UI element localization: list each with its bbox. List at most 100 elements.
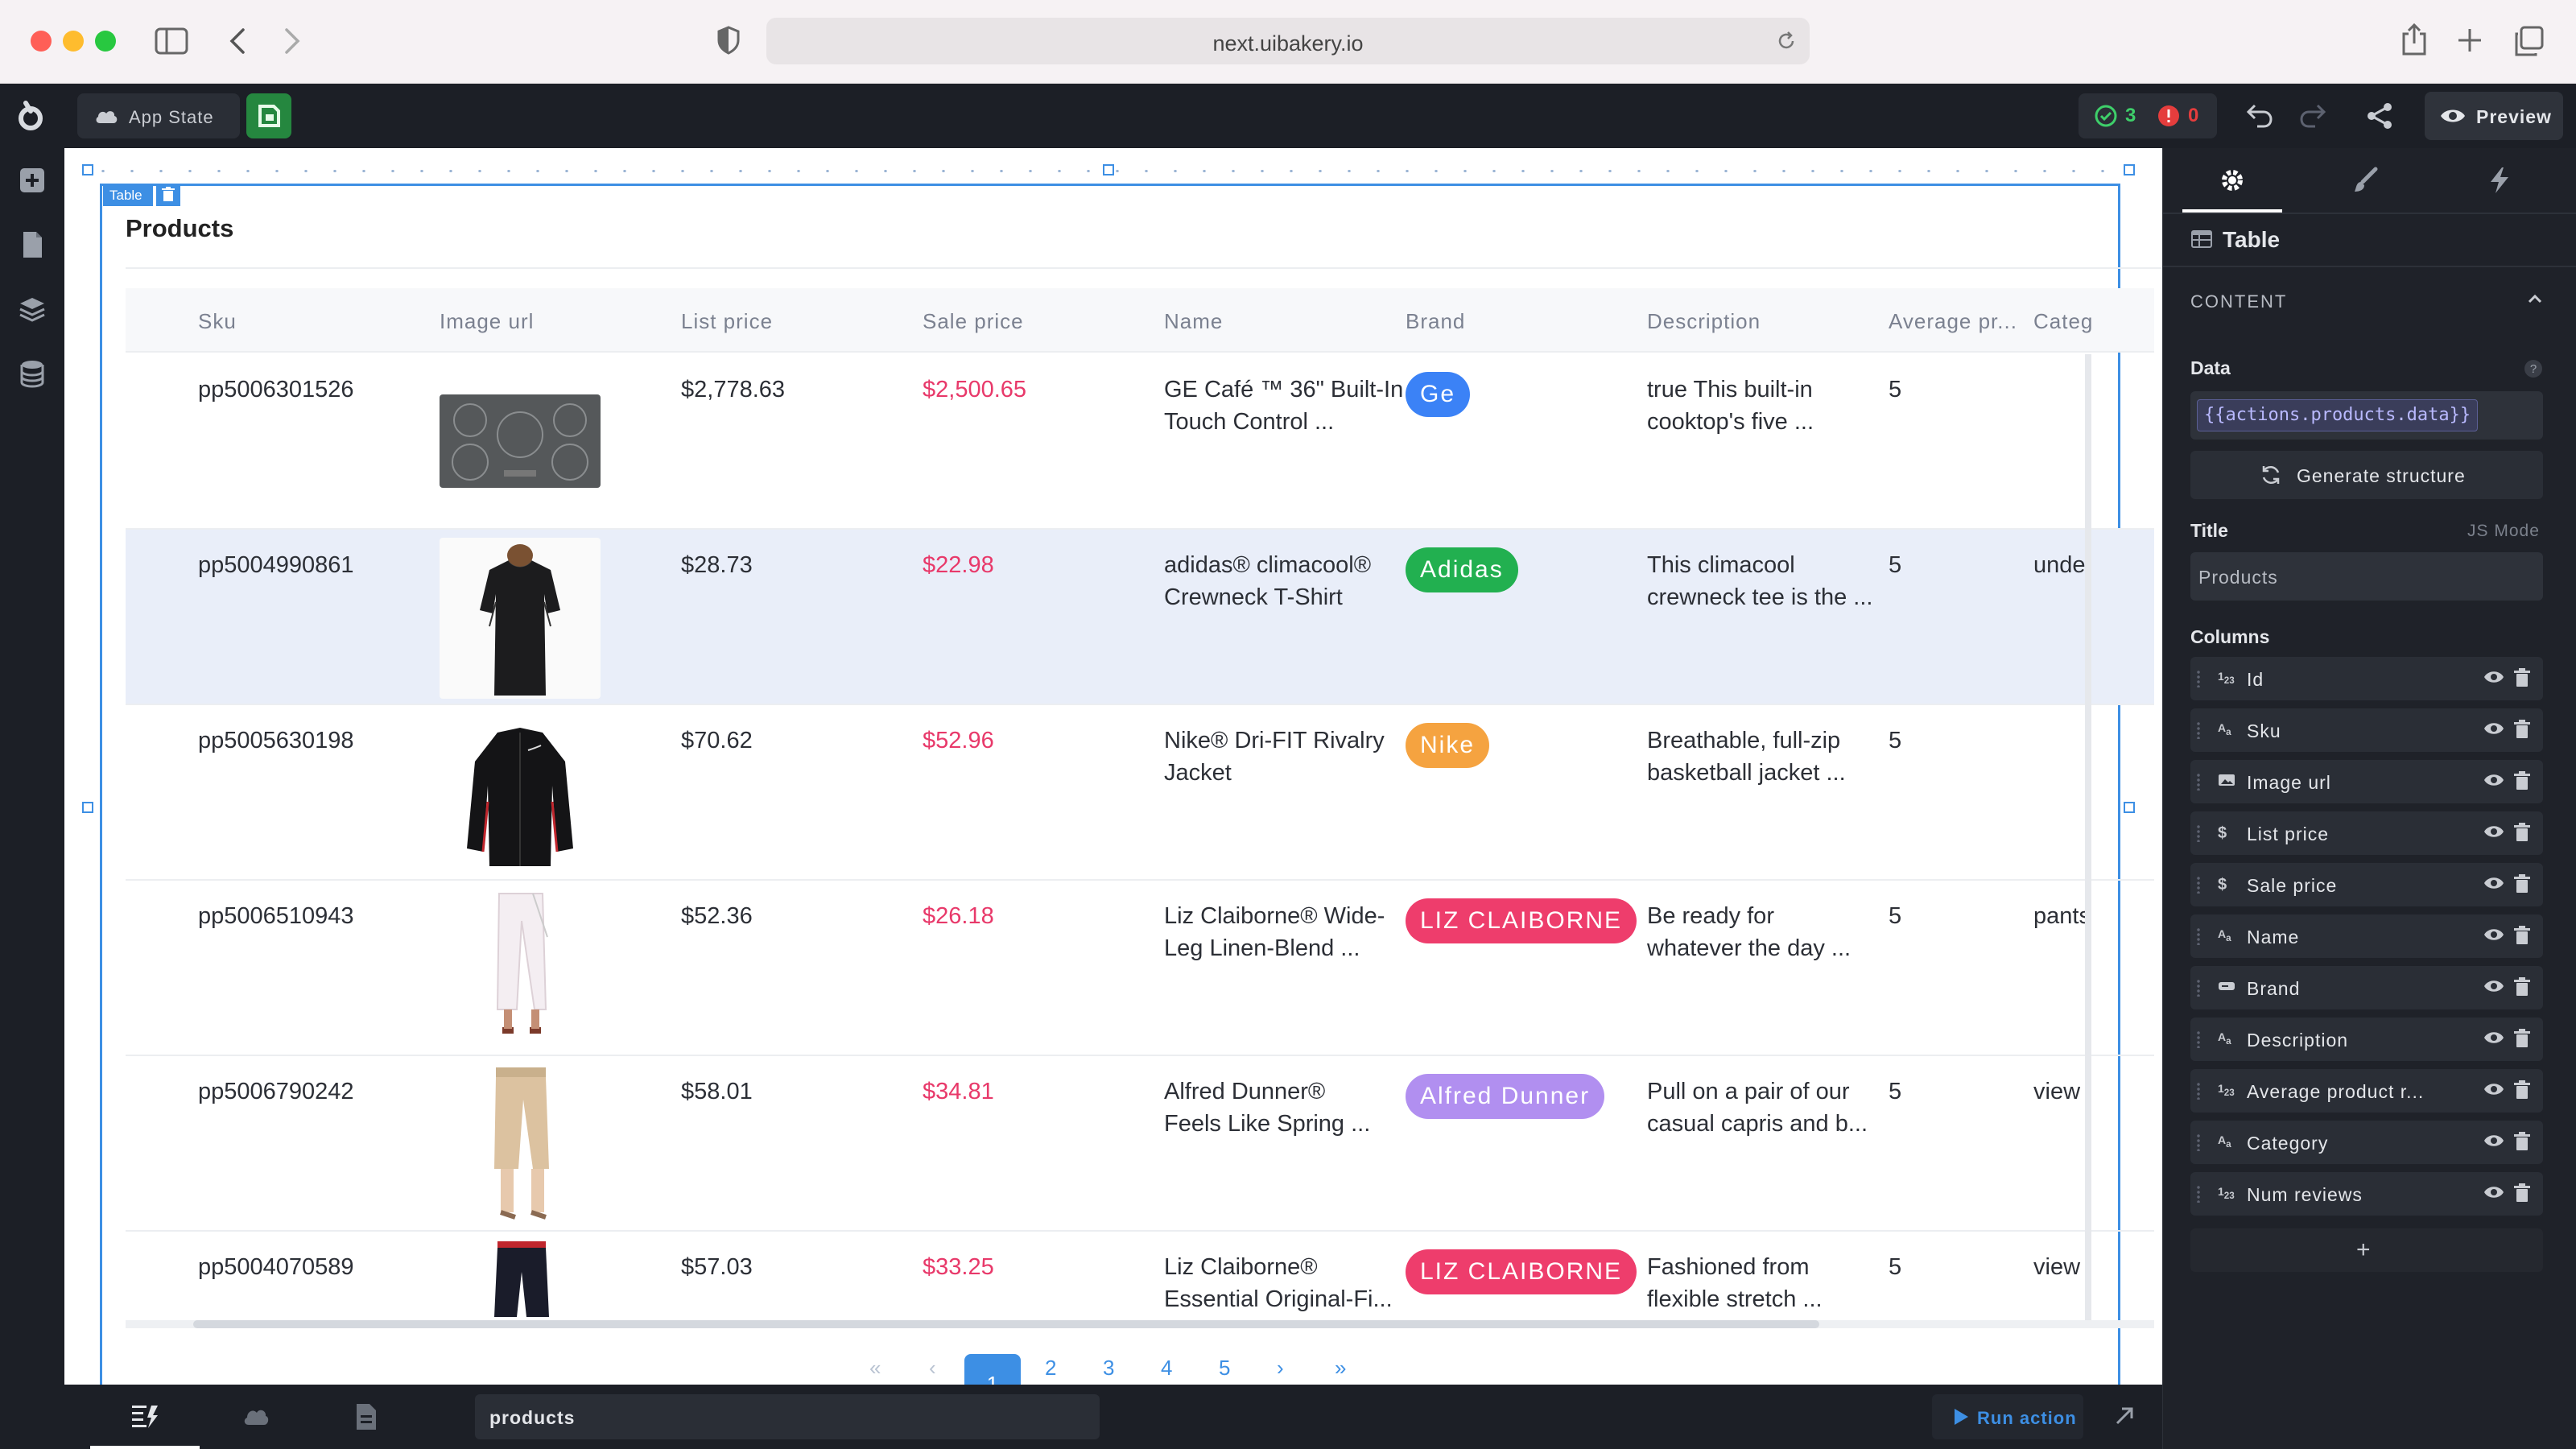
column-item-num-reviews[interactable]: 123 Num reviews (2190, 1172, 2543, 1216)
column-header[interactable]: List price (681, 309, 773, 334)
horizontal-scroll-thumb[interactable] (193, 1320, 1819, 1328)
column-item-image-url[interactable]: Image url (2190, 760, 2543, 803)
delete-column-icon[interactable] (2512, 1131, 2532, 1152)
add-column-button[interactable]: + (2190, 1228, 2543, 1272)
minimize-window-button[interactable] (63, 31, 84, 52)
layers-icon[interactable] (18, 295, 47, 324)
visibility-eye-icon[interactable] (2483, 772, 2504, 788)
drag-handle-icon[interactable] (2197, 876, 2200, 894)
share-app-icon[interactable] (2365, 101, 2394, 130)
column-header[interactable]: Name (1164, 309, 1223, 334)
drag-handle-icon[interactable] (2197, 1133, 2200, 1151)
delete-column-icon[interactable] (2512, 976, 2532, 997)
table-row[interactable]: pp5004990861 $28.73 $22.98 adidas® clima… (126, 530, 2154, 705)
table-row[interactable]: pp5004070589 $57.03 $33.25 Liz Claiborne… (126, 1232, 2154, 1317)
visibility-eye-icon[interactable] (2483, 1030, 2504, 1046)
data-binding-input[interactable]: {{actions.products.data}} (2190, 391, 2543, 440)
title-input[interactable]: Products (2190, 552, 2543, 601)
pages-icon[interactable] (18, 230, 47, 259)
column-item-id[interactable]: 123 Id (2190, 657, 2543, 700)
visibility-eye-icon[interactable] (2483, 1081, 2504, 1097)
close-window-button[interactable] (31, 31, 52, 52)
component-type-tag[interactable]: Table (103, 184, 153, 206)
action-name-field[interactable]: products (475, 1394, 1100, 1439)
delete-column-icon[interactable] (2512, 770, 2532, 791)
column-item-name[interactable]: Aa Name (2190, 914, 2543, 958)
delete-column-icon[interactable] (2512, 822, 2532, 843)
tab-overview-icon[interactable] (2513, 26, 2544, 56)
preview-button[interactable]: Preview (2425, 92, 2563, 140)
table-row[interactable]: pp5006301526 $2,778.63 $2,500.65 GE Café… (126, 354, 2154, 530)
column-header[interactable]: Description (1647, 309, 1761, 334)
table-vertical-scrollbar[interactable] (2085, 354, 2091, 1320)
drag-handle-icon[interactable] (2197, 721, 2200, 739)
style-tab[interactable] (2316, 148, 2416, 213)
forward-icon[interactable] (283, 27, 301, 55)
resize-handle[interactable] (2124, 164, 2135, 175)
delete-column-icon[interactable] (2512, 925, 2532, 946)
app-state-button[interactable]: App State (77, 93, 240, 138)
undo-icon[interactable] (2246, 103, 2273, 129)
builder-canvas[interactable]: Table Products Sku Image url List price … (64, 148, 2162, 1385)
pagination-last[interactable]: » (1335, 1356, 1346, 1381)
visibility-eye-icon[interactable] (2483, 824, 2504, 840)
resize-handle[interactable] (82, 164, 93, 175)
table-row[interactable]: pp5006790242 $58.01 $34.81 Alfred Dunner… (126, 1056, 2154, 1232)
pagination-first[interactable]: « (869, 1356, 881, 1381)
drag-handle-icon[interactable] (2197, 824, 2200, 842)
drag-handle-icon[interactable] (2197, 773, 2200, 791)
resize-handle[interactable] (82, 802, 93, 813)
share-icon[interactable] (2401, 23, 2428, 56)
database-icon[interactable] (18, 359, 47, 388)
content-section-header[interactable]: CONTENT (2190, 291, 2287, 312)
settings-tab[interactable] (2182, 148, 2282, 213)
chevron-up-icon[interactable] (2527, 293, 2543, 304)
back-icon[interactable] (229, 27, 246, 55)
sidebar-toggle-icon[interactable] (155, 27, 188, 55)
privacy-shield-icon[interactable] (716, 26, 741, 55)
column-item-brand[interactable]: Brand (2190, 966, 2543, 1009)
events-tab[interactable] (2450, 148, 2549, 213)
resize-handle[interactable] (1103, 164, 1114, 175)
pagination-page[interactable]: 4 (1161, 1356, 1172, 1381)
drag-handle-icon[interactable] (2197, 1082, 2200, 1100)
uibakery-logo-icon[interactable] (14, 100, 47, 132)
js-mode-toggle[interactable]: JS Mode (2467, 522, 2540, 541)
drag-handle-icon[interactable] (2197, 1185, 2200, 1203)
visibility-eye-icon[interactable] (2483, 720, 2504, 737)
pagination-prev[interactable]: ‹ (929, 1356, 936, 1381)
delete-column-icon[interactable] (2512, 1183, 2532, 1203)
drag-handle-icon[interactable] (2197, 927, 2200, 945)
generate-structure-button[interactable]: Generate structure (2190, 451, 2543, 499)
visibility-eye-icon[interactable] (2483, 875, 2504, 891)
add-component-icon[interactable] (18, 166, 47, 195)
table-row[interactable]: pp5005630198 $70.62 $52.96 Nike® Dri-FIT… (126, 705, 2154, 881)
drag-handle-icon[interactable] (2197, 670, 2200, 687)
delete-component-icon[interactable] (156, 184, 180, 206)
delete-column-icon[interactable] (2512, 1028, 2532, 1049)
run-action-button[interactable]: Run action (1932, 1394, 2083, 1439)
delete-column-icon[interactable] (2512, 667, 2532, 688)
column-header[interactable]: Sku (198, 309, 237, 334)
drag-handle-icon[interactable] (2197, 979, 2200, 997)
redo-icon[interactable] (2299, 103, 2326, 129)
column-header[interactable]: Sale price (923, 309, 1024, 334)
pagination-page-active[interactable]: 1 (964, 1354, 1021, 1385)
data-sources-tab[interactable] (201, 1385, 311, 1449)
logs-tab[interactable] (312, 1385, 422, 1449)
drag-handle-icon[interactable] (2197, 1030, 2200, 1048)
expand-icon[interactable] (2114, 1406, 2135, 1426)
visibility-eye-icon[interactable] (2483, 927, 2504, 943)
column-item-list-price[interactable]: $ List price (2190, 811, 2543, 855)
pagination-next[interactable]: › (1277, 1356, 1284, 1381)
action-status-counter[interactable]: 3 0 (2079, 93, 2217, 138)
table-row[interactable]: pp5006510943 $52.36 $26.18 Liz Claiborne… (126, 881, 2154, 1056)
column-item-sku[interactable]: Aa Sku (2190, 708, 2543, 752)
visibility-eye-icon[interactable] (2483, 669, 2504, 685)
column-item-sale-price[interactable]: $ Sale price (2190, 863, 2543, 906)
visibility-eye-icon[interactable] (2483, 1133, 2504, 1149)
visibility-eye-icon[interactable] (2483, 978, 2504, 994)
reload-icon[interactable] (1776, 31, 1797, 52)
address-bar[interactable]: next.uibakery.io (766, 18, 1810, 64)
column-header[interactable]: Brand (1406, 309, 1465, 334)
